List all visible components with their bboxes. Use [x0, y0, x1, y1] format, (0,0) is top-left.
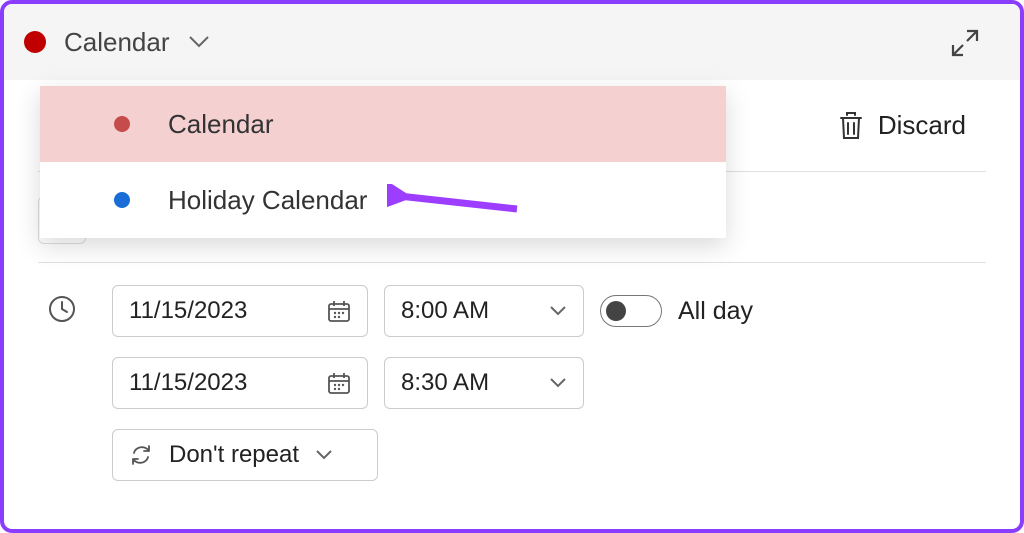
allday-label: All day	[678, 297, 753, 326]
start-date-value: 11/15/2023	[129, 297, 247, 325]
dropdown-item-calendar[interactable]: Calendar	[40, 86, 726, 162]
chevron-down-icon	[315, 449, 333, 461]
expand-icon[interactable]	[950, 28, 980, 63]
repeat-icon	[129, 443, 153, 467]
time-section: 11/15/2023 8:00 AM	[38, 285, 986, 481]
end-time-input[interactable]: 8:30 AM	[384, 357, 584, 409]
repeat-selector[interactable]: Don't repeat	[112, 429, 378, 481]
calendar-selector-label[interactable]: Calendar	[64, 27, 170, 58]
calendar-color-dot	[24, 31, 46, 53]
start-time-input[interactable]: 8:00 AM	[384, 285, 584, 337]
clock-icon	[48, 295, 76, 323]
chevron-down-icon	[549, 305, 567, 317]
end-date-input[interactable]: 11/15/2023	[112, 357, 368, 409]
chevron-down-icon	[549, 377, 567, 389]
repeat-label: Don't repeat	[169, 441, 299, 469]
dropdown-item-label: Calendar	[168, 109, 274, 140]
calendar-dot-icon	[114, 116, 130, 132]
start-date-input[interactable]: 11/15/2023	[112, 285, 368, 337]
calendar-dropdown: Calendar Holiday Calendar	[40, 86, 726, 238]
discard-label: Discard	[878, 110, 966, 141]
discard-button[interactable]: Discard	[838, 110, 966, 141]
allday-toggle[interactable]	[600, 295, 662, 327]
header: Calendar	[4, 4, 1020, 80]
calendar-icon	[327, 299, 351, 323]
dropdown-item-label: Holiday Calendar	[168, 185, 367, 216]
toggle-knob	[606, 301, 626, 321]
calendar-dot-icon	[114, 192, 130, 208]
end-time-value: 8:30 AM	[401, 369, 489, 397]
end-date-value: 11/15/2023	[129, 369, 247, 397]
calendar-icon	[327, 371, 351, 395]
chevron-down-icon[interactable]	[188, 35, 210, 49]
trash-icon	[838, 111, 864, 141]
dropdown-item-holiday-calendar[interactable]: Holiday Calendar	[40, 162, 726, 238]
start-time-value: 8:00 AM	[401, 297, 489, 325]
